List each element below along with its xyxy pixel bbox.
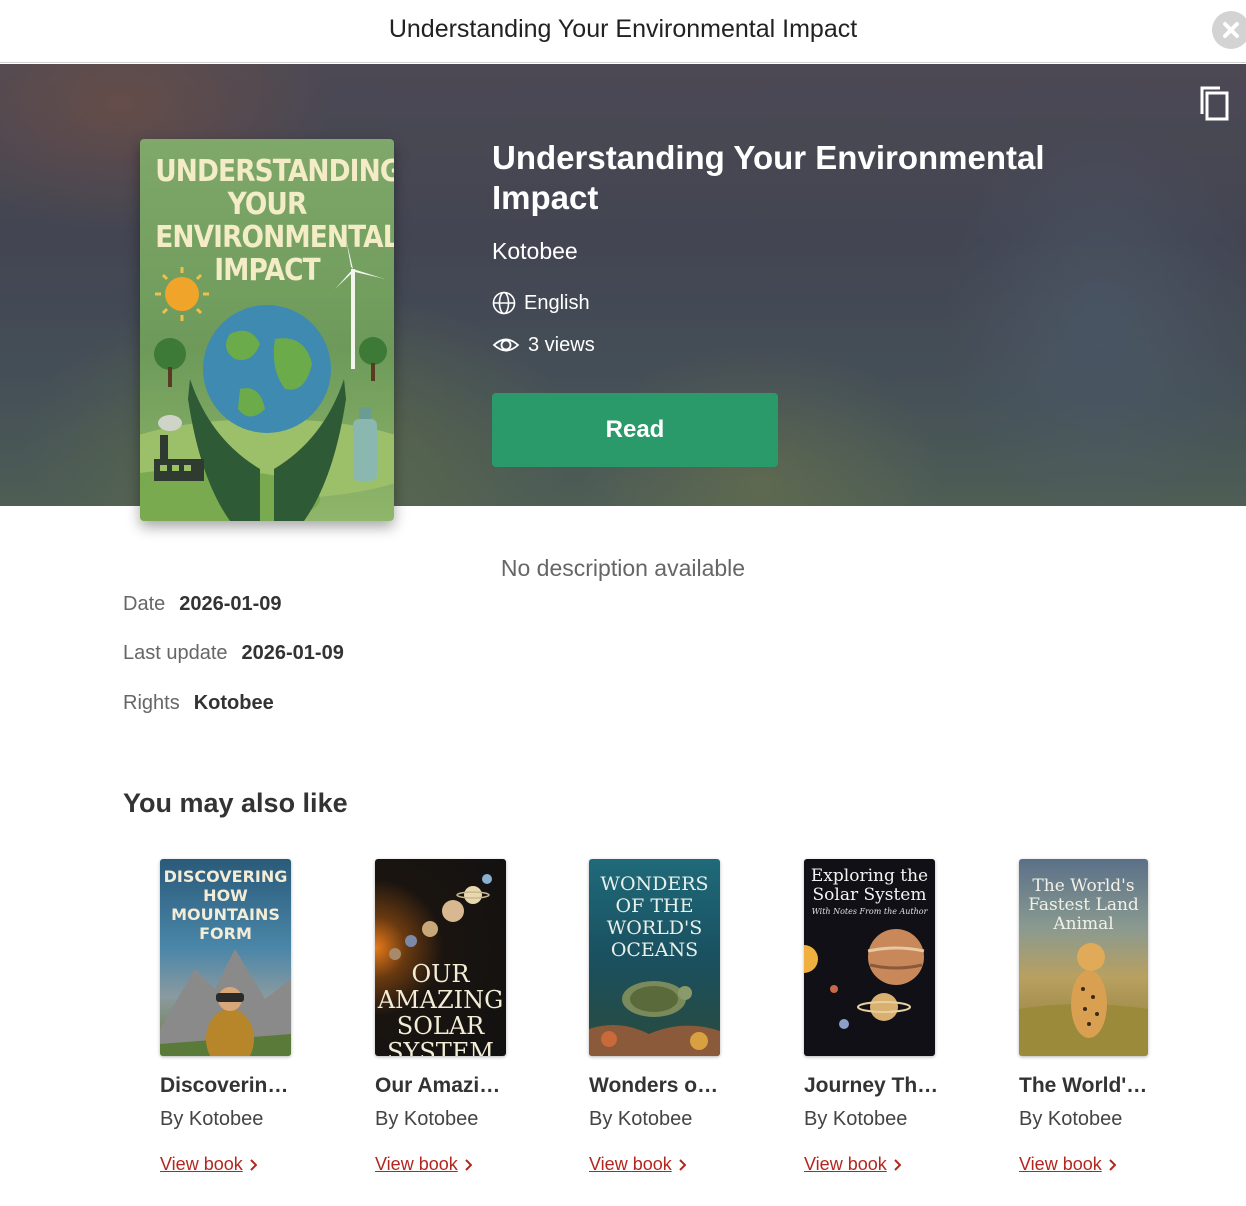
book-author: Kotobee	[492, 238, 578, 264]
view-book-label: View book	[1019, 1154, 1102, 1174]
views-row: 3 views	[492, 333, 595, 357]
detail-value: Kotobee	[193, 692, 274, 714]
eye-icon	[492, 338, 520, 352]
recommendation-author: By Kotobee	[1019, 1108, 1123, 1130]
language-row: English	[492, 291, 590, 315]
language-label: English	[524, 291, 590, 314]
view-book-link[interactable]: View book	[804, 1154, 964, 1175]
recommendation-cover[interactable]: DISCOVERING HOW MOUNTAINS FORM	[160, 859, 291, 1056]
globe-icon	[492, 291, 516, 315]
chevron-right-icon	[1109, 1158, 1116, 1171]
recommendation-author: By Kotobee	[160, 1108, 264, 1130]
recommendation-cover[interactable]: Exploring the Solar System With Notes Fr…	[804, 859, 935, 1056]
recommendation-title: Discoverin…	[160, 1074, 289, 1097]
view-book-label: View book	[804, 1154, 887, 1174]
recommendation-title: Wonders o…	[589, 1074, 719, 1097]
recommendation-cover[interactable]: OUR AMAZING SOLAR SYSTEM	[375, 859, 506, 1056]
recommendation-title: The World'…	[1019, 1074, 1148, 1097]
view-book-label: View book	[160, 1154, 243, 1174]
cover-title: The World's Fastest Land Animal	[1028, 876, 1139, 934]
view-book-label: View book	[589, 1154, 672, 1174]
recommendations-heading: You may also like	[123, 788, 348, 818]
chevron-right-icon	[465, 1158, 472, 1171]
recommendation-author: By Kotobee	[804, 1108, 908, 1130]
detail-value: 2026-01-09	[179, 593, 282, 615]
view-book-link[interactable]: View book	[1019, 1154, 1179, 1175]
book-description: No description available	[500, 555, 746, 581]
detail-value: 2026-01-09	[241, 642, 344, 664]
close-button[interactable]	[1212, 11, 1246, 49]
view-book-label: View book	[375, 1154, 458, 1174]
cover-illustration	[140, 239, 394, 521]
view-book-link[interactable]: View book	[589, 1154, 749, 1175]
cover-subtitle: With Notes From the Author	[811, 907, 928, 916]
chevron-right-icon	[894, 1158, 901, 1171]
view-book-link[interactable]: View book	[375, 1154, 535, 1175]
cover-title: DISCOVERING HOW MOUNTAINS FORM	[163, 867, 288, 943]
recommendation-card[interactable]: Exploring the Solar System With Notes Fr…	[804, 859, 964, 1175]
detail-last-update: Last update 2026-01-09	[123, 642, 344, 665]
recommendation-title: Our Amazi…	[375, 1074, 501, 1097]
chevron-right-icon	[679, 1158, 686, 1171]
recommendation-card[interactable]: WONDERS OF THE WORLD'S OCEANS Wonders o……	[589, 859, 749, 1175]
read-button[interactable]: Read	[492, 393, 778, 467]
recommendation-title: Journey Th…	[804, 1074, 939, 1097]
recommendation-cover[interactable]: The World's Fastest Land Animal	[1019, 859, 1148, 1056]
detail-label: Last update	[123, 642, 228, 664]
detail-label: Rights	[123, 692, 180, 714]
recommendation-author: By Kotobee	[589, 1108, 693, 1130]
close-icon	[1223, 22, 1239, 38]
recommendation-author: By Kotobee	[375, 1108, 479, 1130]
detail-label: Date	[123, 593, 166, 615]
recommendation-cover[interactable]: WONDERS OF THE WORLD'S OCEANS	[589, 859, 720, 1056]
copy-icon[interactable]	[1198, 84, 1232, 124]
top-bar: Understanding Your Environmental Impact	[0, 0, 1246, 63]
cover-title: Exploring the Solar System	[810, 866, 929, 905]
detail-date: Date 2026-01-09	[123, 593, 282, 616]
window-title: Understanding Your Environmental Impact	[388, 15, 858, 43]
book-title: Understanding Your Environmental Impact	[492, 139, 1045, 216]
book-cover: UNDERSTANDING YOUR ENVIRONMENTAL IMPACT	[140, 139, 394, 521]
recommendation-card[interactable]: OUR AMAZING SOLAR SYSTEM Our Amazi… By K…	[375, 859, 535, 1175]
chevron-right-icon	[250, 1158, 257, 1171]
view-book-link[interactable]: View book	[160, 1154, 320, 1175]
views-count: 3 views	[528, 333, 595, 356]
recommendation-card[interactable]: DISCOVERING HOW MOUNTAINS FORM Discoveri…	[160, 859, 320, 1175]
recommendation-card[interactable]: The World's Fastest Land Animal The Worl…	[1019, 859, 1179, 1175]
cover-title: WONDERS OF THE WORLD'S OCEANS	[600, 873, 709, 961]
detail-rights: Rights Kotobee	[123, 692, 274, 715]
cover-title: OUR AMAZING SOLAR SYSTEM	[377, 960, 504, 1056]
